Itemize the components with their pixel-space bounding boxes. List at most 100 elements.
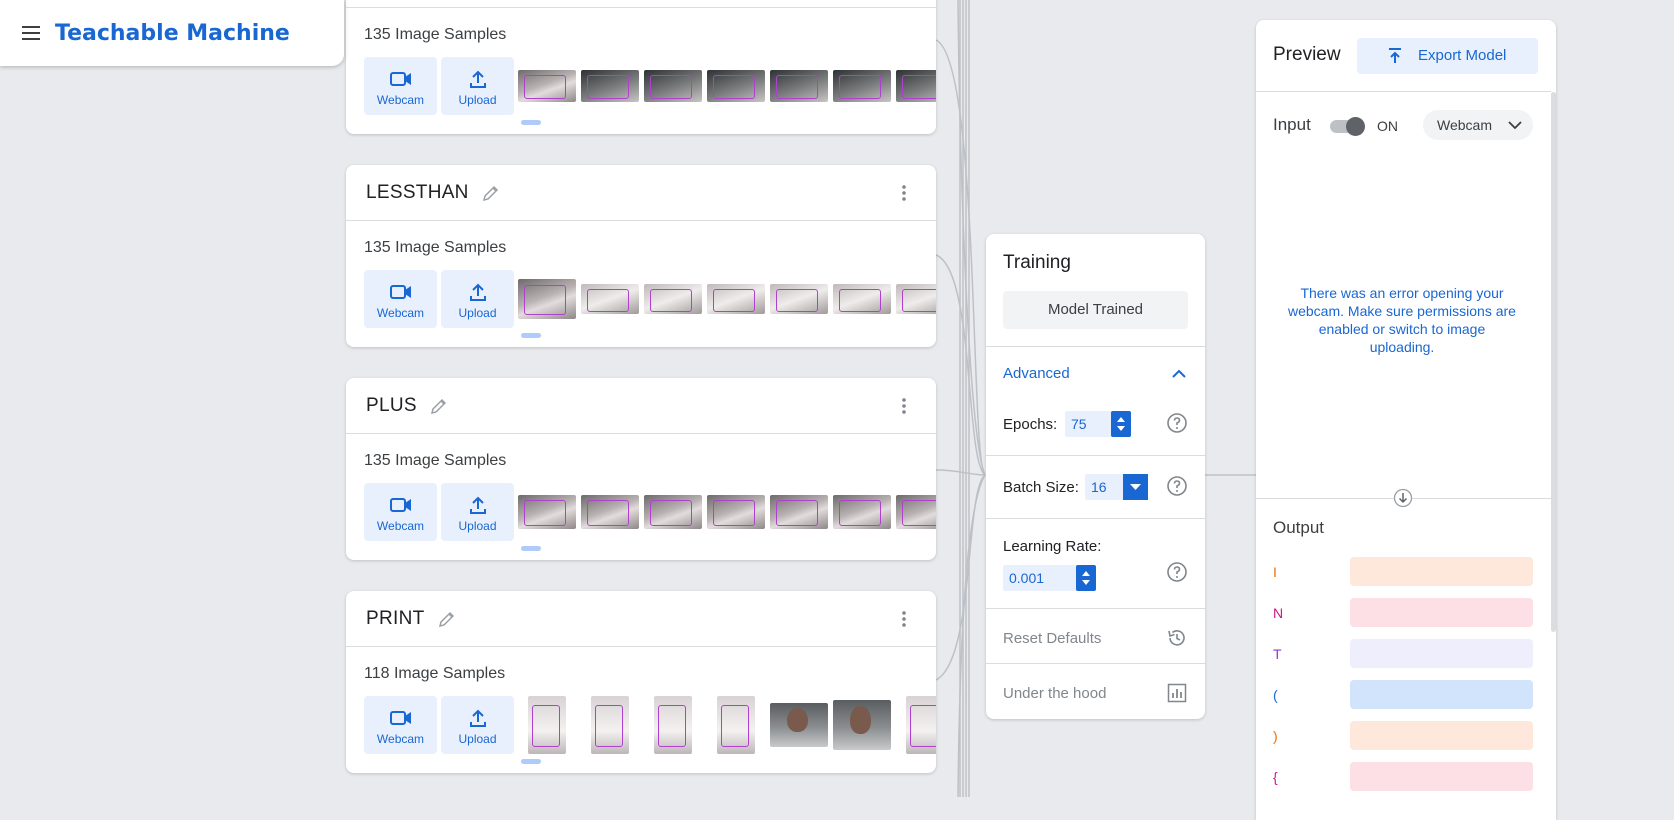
sample-thumbnail[interactable] [896,284,936,314]
sample-thumbnail[interactable] [770,70,828,102]
thumbnail-scrollbar[interactable] [521,333,541,338]
sample-thumbnails[interactable] [518,57,936,115]
export-icon [1389,48,1401,63]
class-card-body: 135 Image Samples Webcam Upload [346,8,936,134]
sample-thumbnail[interactable] [717,696,755,754]
output-class-label: ( [1273,687,1278,703]
divider [1256,91,1551,92]
batch-size-select[interactable]: 16 [1085,474,1148,500]
arrow-down-circle-icon[interactable] [1393,488,1413,508]
class-card-header [346,0,936,8]
help-icon[interactable] [1166,561,1188,583]
stepper-arrows-icon [1117,417,1125,431]
sample-thumbnail[interactable] [528,696,566,754]
sample-thumbnail[interactable] [896,495,936,529]
sample-thumbnail[interactable] [833,495,891,529]
sample-thumbnail[interactable] [581,70,639,102]
sample-thumbnail[interactable] [833,700,891,750]
help-icon[interactable] [1166,475,1188,497]
sample-thumbnail[interactable] [518,495,576,529]
epochs-label: Epochs: [1003,416,1058,433]
class-name[interactable]: PRINT [366,608,425,630]
class-card-header: PRINT [346,591,936,647]
chevron-up-icon[interactable] [1169,364,1189,384]
menu-icon[interactable] [19,21,43,45]
thumbnail-scrollbar[interactable] [521,120,541,125]
webcam-button[interactable]: Webcam [364,57,437,115]
epochs-input[interactable]: 75 [1065,411,1131,437]
edit-pencil-icon[interactable] [429,396,449,416]
export-model-button[interactable]: Export Model [1357,38,1538,74]
sample-thumbnail[interactable] [833,70,891,102]
upload-button[interactable]: Upload [441,696,514,754]
learning-rate-input[interactable]: 0.001 [1003,565,1096,591]
upload-label: Upload [458,732,497,746]
output-confidence-bar [1350,557,1533,586]
class-name[interactable]: PLUS [366,395,417,417]
app-title[interactable]: Teachable Machine [55,21,290,46]
sample-thumbnail[interactable] [906,696,936,754]
output-confidence-bar [1350,639,1533,668]
learning-rate-stepper[interactable] [1076,565,1096,591]
sample-thumbnail[interactable] [644,70,702,102]
reset-defaults-button[interactable]: Reset Defaults [1003,630,1101,647]
sample-thumbnail[interactable] [581,495,639,529]
input-source-dropdown[interactable]: Webcam [1423,110,1533,140]
more-options-icon[interactable] [894,183,914,203]
upload-button[interactable]: Upload [441,270,514,328]
more-options-icon[interactable] [894,609,914,629]
sample-thumbnail[interactable] [896,70,936,102]
sample-thumbnail[interactable] [707,70,765,102]
sample-thumbnail[interactable] [581,284,639,314]
class-card-body: 135 Image Samples Webcam Upload [346,434,936,560]
sample-thumbnail[interactable] [707,495,765,529]
preview-scrollbar[interactable] [1551,92,1556,632]
chevron-down-icon [1508,121,1522,130]
class-card: PRINT 118 Image Samples Webcam Upload [346,591,936,773]
advanced-toggle[interactable]: Advanced [1003,365,1070,382]
class-card-header: PLUS [346,378,936,434]
input-toggle[interactable] [1328,116,1365,136]
sample-thumbnails[interactable] [518,696,936,754]
epochs-stepper[interactable] [1111,411,1131,437]
webcam-button[interactable]: Webcam [364,696,437,754]
sample-thumbnail[interactable] [591,696,629,754]
batch-size-dropdown[interactable] [1123,474,1148,500]
sample-thumbnail[interactable] [644,284,702,314]
batch-size-label: Batch Size: [1003,479,1079,496]
history-icon[interactable] [1166,627,1188,649]
class-name[interactable]: LESSTHAN [366,182,469,204]
more-options-icon[interactable] [894,396,914,416]
sample-thumbnail[interactable] [644,495,702,529]
help-icon[interactable] [1166,412,1188,434]
under-the-hood-button[interactable]: Under the hood [1003,685,1106,702]
upload-icon [469,709,486,727]
sample-thumbnail[interactable] [770,284,828,314]
sample-thumbnail[interactable] [707,284,765,314]
class-card: 135 Image Samples Webcam Upload [346,0,936,134]
class-card-header: LESSTHAN [346,165,936,221]
sample-thumbnail[interactable] [518,279,576,319]
bar-chart-icon[interactable] [1166,682,1188,704]
thumbnail-scrollbar[interactable] [521,759,541,764]
edit-pencil-icon[interactable] [481,183,501,203]
sample-thumbnail[interactable] [770,703,828,747]
upload-button[interactable]: Upload [441,57,514,115]
sample-thumbnail[interactable] [654,696,692,754]
input-label: Input [1273,115,1311,134]
thumbnail-scrollbar[interactable] [521,546,541,551]
edit-pencil-icon[interactable] [437,609,457,629]
output-class-label: ) [1273,728,1278,744]
sample-thumbnails[interactable] [518,483,936,541]
upload-button[interactable]: Upload [441,483,514,541]
webcam-button[interactable]: Webcam [364,270,437,328]
upload-label: Upload [458,306,497,320]
train-model-button[interactable]: Model Trained [1003,291,1188,329]
sample-thumbnail[interactable] [518,70,576,102]
sample-count: 135 Image Samples [364,452,507,469]
sample-thumbnails[interactable] [518,270,936,328]
sample-thumbnail[interactable] [833,284,891,314]
webcam-button[interactable]: Webcam [364,483,437,541]
caret-down-icon [1130,484,1141,490]
sample-thumbnail[interactable] [770,495,828,529]
